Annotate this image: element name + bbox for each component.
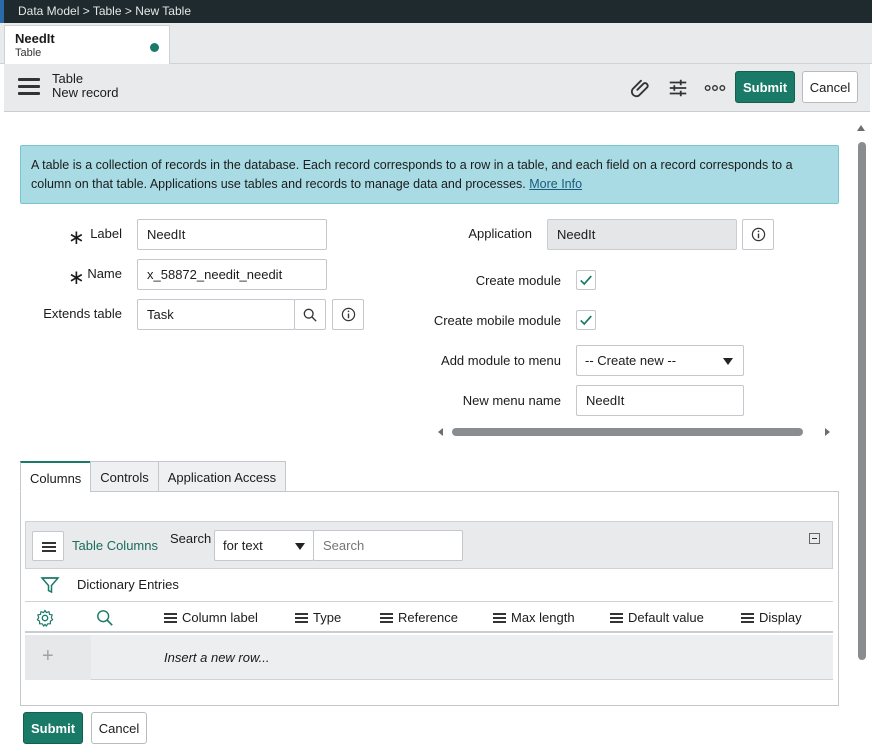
tab-application-access[interactable]: Application Access [157,461,287,492]
column-menu-icon[interactable] [493,611,506,625]
add-module-to-menu-label: Add module to menu [441,353,561,368]
table-row: + Insert a new row... [25,635,833,680]
record-tab-strip: NeedIt Table [0,23,872,64]
search-field-value: for text [223,538,263,553]
vertical-scrollbar[interactable] [858,142,866,660]
scroll-up-icon[interactable] [857,125,865,131]
extends-table-input[interactable]: Task [137,299,295,330]
search-label: Search [170,531,212,546]
unsaved-dot-icon [150,43,159,52]
column-menu-icon[interactable] [610,611,623,625]
info-message: A table is a collection of records in th… [20,145,839,204]
application-info-button[interactable] [742,219,774,250]
scroll-left-icon[interactable] [438,428,443,436]
record-tab-needit[interactable]: NeedIt Table [4,25,170,64]
record-tab-subtitle: Table [15,47,42,59]
gear-icon[interactable] [36,609,54,627]
filter-icon[interactable] [40,575,60,595]
tab-controls[interactable]: Controls [90,461,159,492]
create-mobile-module-label: Create mobile module [433,313,561,328]
sliders-icon[interactable] [666,76,690,100]
select-value: -- Create new -- [585,353,677,368]
column-menu-icon[interactable] [380,611,393,625]
record-tab-title: NeedIt [15,31,55,46]
extends-info-button[interactable] [332,299,364,330]
more-icon[interactable] [703,76,727,100]
checkmark-icon [580,315,592,326]
lookup-search-button[interactable] [294,299,326,330]
column-header-reference[interactable]: Reference [380,610,458,625]
info-icon [751,227,765,242]
scroll-right-icon[interactable] [825,428,830,436]
submit-button[interactable]: Submit [735,71,795,103]
info-text: A table is a collection of records in th… [31,158,793,191]
form-title-table: Table [52,71,84,86]
name-field-label: Name [87,266,122,281]
chevron-down-icon [723,358,733,365]
info-icon [341,307,355,322]
label-field-label: Label [90,226,122,241]
horizontal-scroll-thumb[interactable] [452,428,803,436]
collapse-icon[interactable] [809,533,820,544]
list-menu-button[interactable] [32,531,64,561]
more-info-link[interactable]: More Info [529,177,582,191]
column-menu-icon[interactable] [741,611,754,625]
name-input[interactable]: x_58872_needit_needit [137,259,327,290]
footer-cancel-button[interactable]: Cancel [91,712,147,744]
column-header-column-label[interactable]: Column label [164,610,258,625]
application-label: Application [468,226,532,241]
insert-new-row[interactable]: Insert a new row... [164,650,270,665]
column-header-type[interactable]: Type [295,610,341,625]
breadcrumb-filter-label[interactable]: Dictionary Entries [77,577,179,592]
column-header-max-length[interactable]: Max length [493,610,575,625]
footer-submit-button[interactable]: Submit [23,712,83,744]
plus-icon[interactable]: + [42,645,54,668]
new-menu-name-input[interactable]: NeedIt [576,385,744,416]
column-header-text: Max length [511,610,575,625]
filter-row: Dictionary Entries [25,570,833,600]
form-header: Table New record Submit Cancel [4,64,870,112]
create-module-label: Create module [475,273,561,288]
column-header-text: Reference [398,610,458,625]
form-title-new-record: New record [52,85,119,100]
checkmark-icon [580,275,592,286]
new-menu-name-label: New menu name [462,393,561,408]
paperclip-icon[interactable] [629,76,653,100]
create-mobile-module-checkbox[interactable] [576,310,596,330]
column-header-default-value[interactable]: Default value [610,610,704,625]
column-menu-icon[interactable] [295,611,308,625]
search-field-select[interactable]: for text [214,530,314,561]
column-header-text: Type [313,610,342,625]
hamburger-menu-icon[interactable] [18,78,40,96]
horizontal-scrollbar[interactable] [436,426,832,438]
breadcrumb[interactable]: Data Model > Table > New Table [0,0,872,23]
related-list-tabs: Columns Controls Application Access [20,461,287,492]
search-icon[interactable] [96,609,114,627]
list-title[interactable]: Table Columns [72,538,158,553]
application-input: NeedIt [547,219,737,250]
extends-table-label: Extends table [43,306,122,321]
list-header: Table Columns Search for text [25,521,833,569]
column-header-text: Default value [628,610,704,625]
form-title: Table New record [52,72,118,100]
chevron-down-icon [295,543,305,550]
column-menu-icon[interactable] [164,611,177,625]
column-header-text: Column label [182,610,258,625]
create-module-checkbox[interactable] [576,270,596,290]
column-header-display[interactable]: Display [741,610,802,625]
add-row-cell[interactable]: + [25,635,91,680]
column-header-text: Display [759,610,802,625]
label-input[interactable]: NeedIt [137,219,327,250]
table-header-row: Column label Type Reference Max length D… [25,601,833,633]
search-icon [303,308,317,322]
cancel-button[interactable]: Cancel [802,71,858,103]
tab-columns[interactable]: Columns [20,461,92,492]
add-module-to-menu-select[interactable]: -- Create new -- [576,345,744,376]
search-input[interactable] [313,530,463,561]
